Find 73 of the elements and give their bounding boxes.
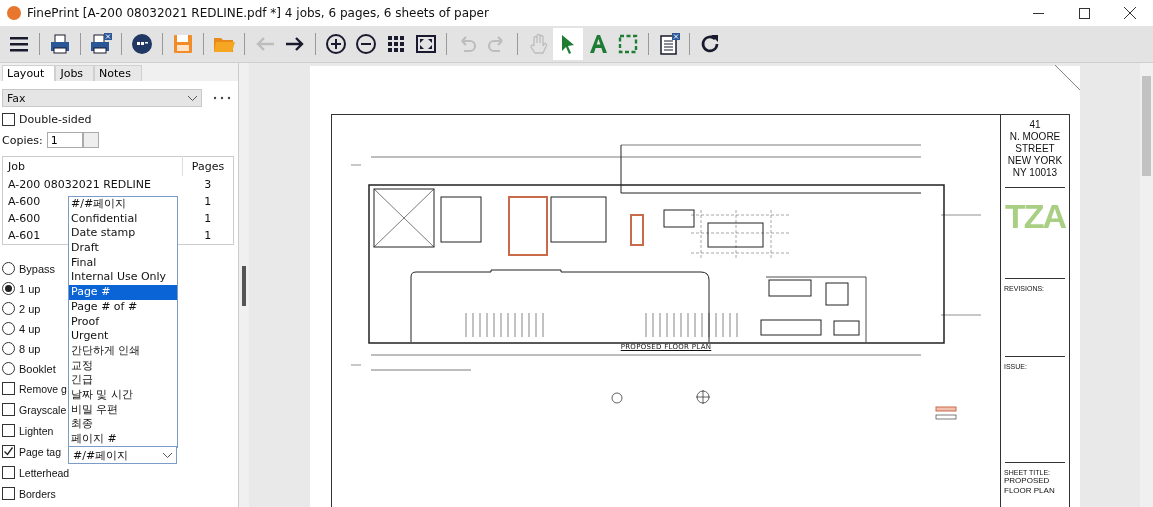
dropdown-option[interactable]: 긴급 — [69, 373, 177, 388]
radio-label: Booklet — [19, 362, 56, 375]
copies-label: Copies: — [2, 133, 43, 147]
tab[interactable]: Jobs — [55, 65, 95, 81]
firm-logo: TZA — [1004, 198, 1066, 234]
dropdown-option[interactable]: Draft — [69, 241, 177, 256]
dropdown-option[interactable]: 교정 — [69, 358, 177, 374]
dropdown-option[interactable]: Page # of # — [69, 299, 177, 315]
window-title: FinePrint [A-200 08032021 REDLINE.pdf *] 4 jobs, 6 pages, 6 sheets of paper — [27, 6, 490, 20]
column-header: Job — [2, 156, 183, 176]
table-cell: 3 — [204, 178, 212, 191]
table-cell: A-600 — [8, 195, 41, 208]
checkbox[interactable] — [2, 403, 15, 416]
table-cell: 1 — [204, 212, 212, 225]
maximize-icon — [1078, 7, 1090, 19]
dropdown-option[interactable]: #/#페이지 — [69, 197, 177, 212]
radio-button[interactable] — [2, 302, 15, 315]
chevron-down-icon — [188, 95, 197, 101]
radio-button[interactable] — [2, 262, 15, 275]
checkbox-label: Lighten — [19, 424, 54, 437]
checkbox-label: Remove g — [19, 382, 67, 395]
dropdown-option[interactable]: 최종 — [69, 417, 177, 432]
column-header: Pages — [182, 156, 234, 176]
pointer-icon[interactable] — [553, 28, 583, 60]
dropdown-option[interactable]: 페이지 # — [69, 432, 177, 447]
minimize-icon — [1032, 12, 1044, 14]
dropdown-option[interactable]: Date stamp — [69, 226, 177, 242]
checkbox[interactable] — [2, 382, 15, 395]
table-cell: 1 — [204, 195, 212, 208]
radio-button[interactable] — [2, 282, 15, 295]
scrollbar-thumb[interactable] — [1142, 76, 1151, 176]
app-logo-icon — [7, 6, 21, 20]
dropdown-option[interactable]: 날짜 및 시간 — [69, 387, 177, 403]
dropdown-option[interactable]: Page # — [69, 285, 177, 300]
chevron-down-icon — [163, 452, 172, 458]
tab[interactable]: Layout — [2, 65, 56, 81]
radio-button[interactable] — [2, 322, 15, 335]
checkbox[interactable] — [2, 424, 15, 437]
page-tag-dropdown[interactable]: #/#페이지 — [68, 446, 177, 464]
checkbox-label: Page tag — [19, 445, 62, 458]
radio-button[interactable] — [2, 362, 15, 375]
dropdown-option[interactable]: Proof — [69, 314, 177, 330]
project-address: 41 N. MOORE STREET NEW YORK NY 10013 — [1007, 119, 1063, 179]
radio-label: 2 up — [19, 302, 41, 315]
table-cell: A-601 — [8, 229, 41, 242]
radio-label: 1 up — [19, 282, 41, 295]
checkbox-label: Letterhead — [19, 466, 70, 479]
table-cell: 1 — [204, 229, 212, 242]
dropdown-option[interactable]: Internal Use Only — [69, 270, 177, 286]
checkbox[interactable] — [2, 445, 15, 458]
radio-label: Bypass — [19, 262, 56, 275]
checkbox-label: Borders — [19, 487, 56, 500]
checkbox-label: Double-sided — [19, 113, 92, 126]
radio-button[interactable] — [2, 342, 15, 355]
checkbox[interactable] — [2, 466, 15, 479]
tab[interactable]: Notes — [94, 65, 142, 81]
checkbox-label: Grayscale — [19, 403, 67, 416]
checkbox[interactable] — [2, 487, 15, 500]
table-cell: A-600 — [8, 212, 41, 225]
radio-label: 4 up — [19, 322, 41, 335]
dropdown-option[interactable]: 간단하게 인쇄 — [69, 343, 177, 359]
close-icon — [1124, 7, 1136, 19]
dropdown-option[interactable]: Confidential — [69, 211, 177, 227]
sheet-title: PROPOSED FLOOR PLAN — [1004, 476, 1055, 496]
dropdown-option[interactable]: Urgent — [69, 329, 177, 344]
checkbox[interactable] — [2, 113, 15, 126]
radio-label: 8 up — [19, 342, 41, 355]
dropdown-option[interactable]: Final — [69, 255, 177, 271]
table-cell: A-200 08032021 REDLINE — [8, 178, 151, 191]
splitter-handle[interactable] — [242, 265, 246, 306]
dropdown-option[interactable]: 비밀 우편 — [69, 402, 177, 418]
copies-field[interactable]: 1 — [46, 132, 83, 148]
preset-dropdown[interactable]: Fax — [2, 89, 202, 107]
